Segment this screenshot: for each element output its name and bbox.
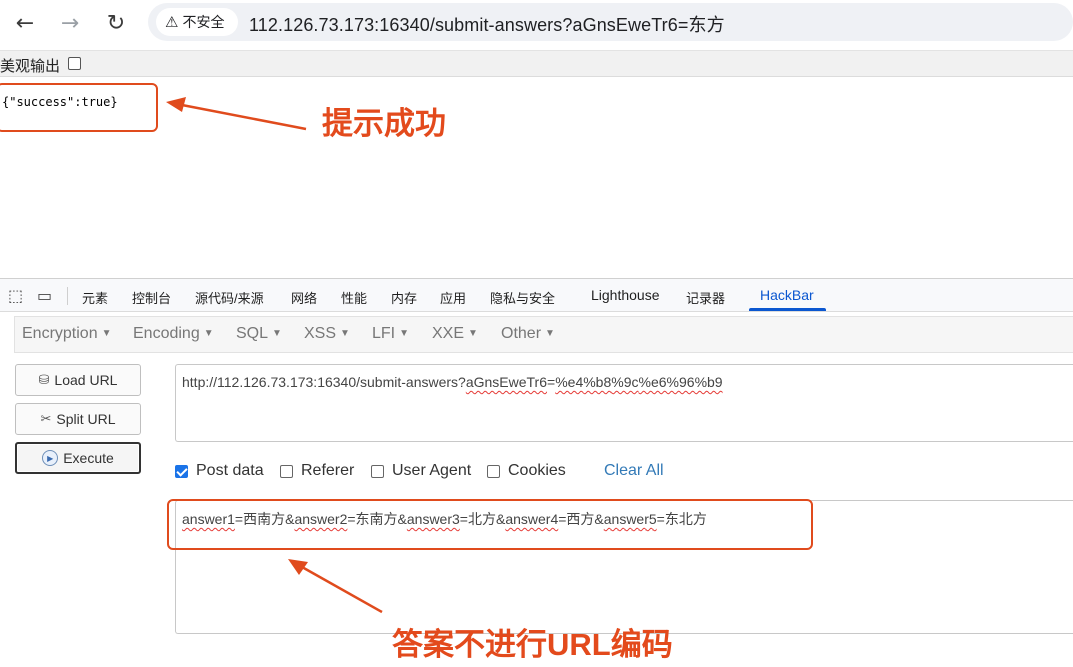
reload-button[interactable]: ↻: [101, 8, 131, 38]
inspect-icon[interactable]: ⬚: [8, 286, 23, 305]
url-text[interactable]: 112.126.73.173:16340/submit-answers?aGns…: [249, 11, 725, 37]
divider: [67, 287, 68, 305]
menu-sql[interactable]: SQL ▼: [236, 325, 282, 343]
security-chip[interactable]: ⚠ 不安全: [156, 8, 238, 36]
active-tab-indicator: [749, 308, 826, 311]
menu-encoding[interactable]: Encoding ▼: [133, 325, 214, 343]
arrow-left-icon: ←: [15, 10, 35, 36]
menu-lfi[interactable]: LFI ▼: [372, 325, 409, 343]
url-textarea[interactable]: http://112.126.73.173:16340/submit-answe…: [175, 364, 1073, 442]
hackbar-menu-bar: Encryption ▼ Encoding ▼ SQL ▼ XSS ▼ LFI ▼ XXE…: [14, 316, 1073, 353]
menu-other[interactable]: Other ▼: [501, 325, 555, 343]
tab-application[interactable]: 应用: [440, 288, 466, 307]
clear-all-link[interactable]: Clear All: [604, 462, 664, 480]
tab-console[interactable]: 控制台: [132, 288, 171, 307]
caret-down-icon: ▼: [203, 328, 214, 339]
execute-button[interactable]: ▶ Execute: [15, 442, 141, 474]
devtools-tab-bar: ⬚ ▭ 元素 控制台 源代码/来源 网络 性能 内存 应用 隐私与安全 Ligh…: [0, 279, 1073, 312]
menu-xxe[interactable]: XXE ▼: [432, 325, 478, 343]
user-agent-toggle[interactable]: User Agent: [371, 462, 471, 480]
url-textarea-value: http://112.126.73.173:16340/submit-answe…: [182, 374, 723, 390]
tab-lighthouse[interactable]: Lighthouse: [591, 287, 660, 303]
play-icon: ▶: [42, 450, 59, 466]
caret-down-icon: ▼: [399, 328, 410, 339]
caret-down-icon: ▼: [272, 328, 282, 339]
load-url-button[interactable]: ⛁ Load URL: [15, 364, 141, 396]
split-url-button[interactable]: ✂ Split URL: [15, 403, 141, 435]
user-agent-checkbox[interactable]: [371, 464, 384, 478]
tab-sources[interactable]: 源代码/来源: [195, 288, 264, 307]
warning-icon: ⚠: [165, 13, 179, 31]
post-data-checkbox[interactable]: [175, 464, 188, 478]
back-button[interactable]: ←: [10, 8, 40, 38]
caret-down-icon: ▼: [545, 328, 555, 339]
post-data-toggle[interactable]: Post data: [175, 462, 264, 480]
caret-down-icon: ▼: [101, 328, 112, 339]
browser-toolbar: ← → ↻ ⚠ 不安全 112.126.73.173:16340/submit-…: [0, 0, 1073, 46]
pretty-print-checkbox[interactable]: [68, 57, 81, 70]
highlight-box-post-data: [167, 499, 813, 550]
referer-toggle[interactable]: Referer: [280, 462, 354, 480]
load-icon: ⛁: [38, 372, 50, 388]
tab-privacy-security[interactable]: 隐私与安全: [490, 288, 555, 307]
arrow-right-icon: →: [60, 10, 80, 36]
pretty-print-label: 美观输出: [0, 58, 61, 75]
annotation-success-note: 提示成功: [322, 106, 446, 141]
address-bar[interactable]: ⚠ 不安全 112.126.73.173:16340/submit-answer…: [148, 3, 1073, 41]
tab-recorder[interactable]: 记录器: [686, 288, 725, 307]
menu-xss[interactable]: XSS ▼: [304, 325, 350, 343]
forward-button[interactable]: →: [55, 8, 85, 38]
tab-elements[interactable]: 元素: [82, 288, 108, 307]
tab-performance[interactable]: 性能: [341, 288, 367, 307]
device-toolbar-icon[interactable]: ▭: [37, 286, 52, 305]
tab-hackbar[interactable]: HackBar: [760, 287, 814, 303]
caret-down-icon: ▼: [340, 328, 350, 339]
arrow-annotation-top: [166, 97, 307, 131]
cookies-checkbox[interactable]: [487, 464, 500, 478]
tab-memory[interactable]: 内存: [391, 288, 417, 307]
cookies-toggle[interactable]: Cookies: [487, 462, 566, 480]
highlight-box-response: [0, 83, 158, 132]
devtools-panel: ⬚ ▭ 元素 控制台 源代码/来源 网络 性能 内存 应用 隐私与安全 Ligh…: [0, 278, 1073, 667]
menu-encryption[interactable]: Encryption ▼: [22, 325, 112, 343]
security-label: 不安全: [182, 14, 225, 30]
annotation-no-url-encode-note: 答案不进行URL编码: [392, 627, 673, 662]
tab-network[interactable]: 网络: [291, 288, 317, 307]
caret-down-icon: ▼: [468, 328, 478, 339]
scissors-icon: ✂: [40, 411, 52, 427]
reload-icon: ↻: [106, 10, 126, 36]
pretty-print-bar: 美观输出: [0, 50, 1073, 77]
referer-checkbox[interactable]: [280, 464, 293, 478]
arrow-annotation-bottom: [288, 559, 383, 614]
